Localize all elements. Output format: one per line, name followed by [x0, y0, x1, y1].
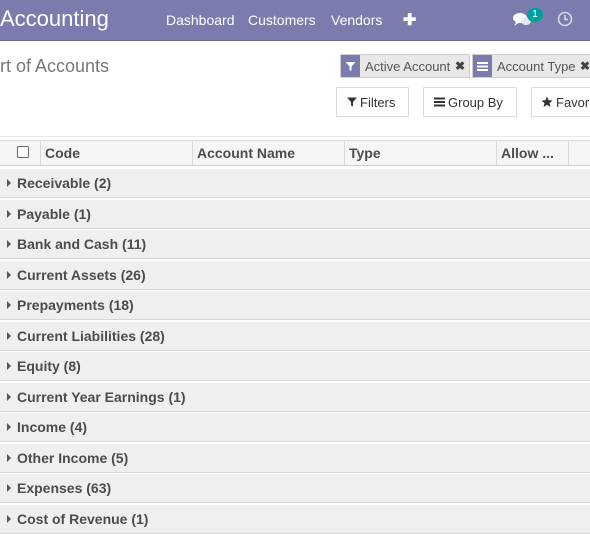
group-row[interactable]: Prepayments (18)	[0, 290, 590, 320]
column-code[interactable]: Code	[41, 141, 193, 165]
group-label: Receivable (2)	[17, 175, 112, 191]
caret-right-icon	[7, 484, 11, 492]
group-label: Prepayments (18)	[17, 297, 134, 313]
group-label: Equity (8)	[17, 358, 81, 374]
group-label: Income (4)	[17, 419, 88, 435]
facet-label: Active Account	[365, 59, 451, 74]
caret-right-icon	[7, 362, 11, 370]
group-row[interactable]: Income (4)	[0, 412, 590, 442]
column-account-name[interactable]: Account Name	[193, 141, 345, 165]
menu-customers[interactable]: Customers	[248, 12, 316, 28]
group-row[interactable]: Current Liabilities (28)	[0, 321, 590, 351]
group-row[interactable]: Current Assets (26)	[0, 260, 590, 290]
group-label: Current Assets (26)	[17, 267, 146, 283]
remove-facet-icon[interactable]: ✖	[455, 59, 465, 73]
group-by-icon	[434, 97, 445, 107]
group-label: Payable (1)	[17, 206, 91, 222]
group-row[interactable]: Equity (8)	[0, 351, 590, 381]
favorites-label: Favori	[556, 95, 590, 110]
group-by-icon	[473, 55, 492, 77]
plus-icon[interactable]: ✚	[403, 10, 416, 30]
filter-icon	[347, 97, 357, 107]
caret-right-icon	[7, 271, 11, 279]
caret-right-icon	[7, 210, 11, 218]
star-icon	[541, 96, 553, 107]
select-all-column	[0, 141, 41, 165]
app-title[interactable]: Accounting	[0, 6, 109, 32]
caret-right-icon	[7, 301, 11, 309]
list-header: Code Account Name Type Allow ...	[0, 140, 590, 166]
group-row[interactable]: Cost of Revenue (1)	[0, 504, 590, 534]
group-label: Other Income (5)	[17, 450, 129, 466]
clock-icon[interactable]	[557, 11, 573, 27]
caret-right-icon	[7, 454, 11, 462]
group-label: Current Liabilities (28)	[17, 328, 165, 344]
facet-active-account[interactable]: Active Account ✖	[340, 54, 470, 78]
facet-account-type[interactable]: Account Type ✖	[472, 54, 590, 78]
top-navbar: Accounting Dashboard Customers Vendors ✚…	[0, 0, 590, 41]
favorites-button[interactable]: Favori	[531, 87, 590, 117]
remove-facet-icon[interactable]: ✖	[580, 59, 590, 73]
menu-dashboard[interactable]: Dashboard	[166, 12, 235, 28]
chat-badge: 1	[527, 8, 543, 22]
filter-icon	[341, 55, 360, 77]
select-all-checkbox[interactable]	[17, 146, 29, 158]
group-by-button[interactable]: Group By	[423, 87, 517, 117]
group-label: Cost of Revenue (1)	[17, 511, 149, 527]
page-title: rt of Accounts	[0, 56, 110, 76]
group-row[interactable]: Current Year Earnings (1)	[0, 382, 590, 412]
caret-right-icon	[7, 332, 11, 340]
filters-label: Filters	[360, 95, 396, 110]
column-type[interactable]: Type	[345, 141, 497, 165]
column-allow-reconciliation[interactable]: Allow ...	[497, 141, 569, 165]
group-row[interactable]: Receivable (2)	[0, 168, 590, 198]
group-by-label: Group By	[448, 95, 503, 110]
group-row[interactable]: Bank and Cash (11)	[0, 229, 590, 259]
caret-right-icon	[7, 515, 11, 523]
caret-right-icon	[7, 179, 11, 187]
group-label: Bank and Cash (11)	[17, 236, 147, 252]
group-row[interactable]: Expenses (63)	[0, 473, 590, 503]
menu-vendors[interactable]: Vendors	[331, 12, 382, 28]
control-panel-divider	[0, 136, 590, 137]
group-row[interactable]: Payable (1)	[0, 199, 590, 229]
group-row[interactable]: Other Income (5)	[0, 443, 590, 473]
group-label: Expenses (63)	[17, 480, 112, 496]
facet-label: Account Type	[497, 59, 576, 74]
filters-button[interactable]: Filters	[336, 87, 409, 117]
group-label: Current Year Earnings (1)	[17, 389, 186, 405]
caret-right-icon	[7, 240, 11, 248]
caret-right-icon	[7, 393, 11, 401]
caret-right-icon	[7, 423, 11, 431]
